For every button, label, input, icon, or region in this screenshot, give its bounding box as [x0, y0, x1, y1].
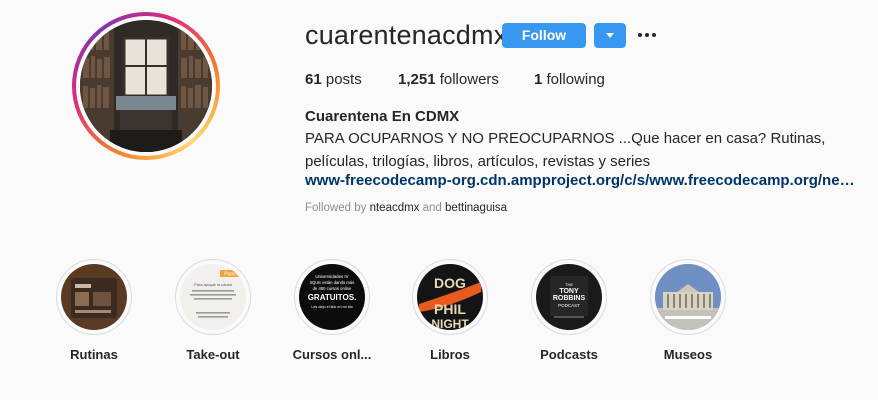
story-highlight-podcasts[interactable]: THE TONY ROBBINS PODCAST Podcasts	[521, 259, 617, 362]
highlight-cover	[61, 264, 127, 330]
highlight-label: Rutinas	[70, 347, 118, 362]
posts-stat: 61 posts	[305, 71, 362, 88]
profile-bio: PARA OCUPARNOS Y NO PREOCUPARNOS ...Que …	[305, 130, 826, 170]
highlight-cover-museum	[655, 264, 721, 330]
highlight-cover: THE TONY ROBBINS PODCAST	[536, 264, 602, 330]
highlight-ring: Universidades IV IIQUE están dando más d…	[294, 259, 370, 335]
highlight-snippet-line: TONY	[559, 288, 579, 295]
following-count: 1	[534, 71, 543, 88]
highlight-label: Podcasts	[540, 347, 598, 362]
bio-link[interactable]: www-freecodecamp-org.cdn.ampproject.org/…	[305, 172, 855, 189]
followed-by-user-1[interactable]: nteacdmx	[370, 202, 420, 214]
chevron-down-icon	[606, 33, 614, 38]
story-highlight-rutinas[interactable]: Rutinas	[46, 259, 142, 362]
posts-count: 61	[305, 71, 322, 88]
posts-label: posts	[325, 71, 362, 88]
story-highlight-museos[interactable]: Museos	[640, 259, 736, 362]
highlight-ring	[56, 259, 132, 335]
highlight-snippet-line: de 450 cursos online	[313, 286, 352, 291]
followed-by-user-2[interactable]: bettinaguisa	[445, 202, 507, 214]
highlight-snippet-line: NIGHT	[431, 317, 469, 330]
profile-full-name: Cuarentena En CDMX	[305, 108, 460, 125]
followers-stat[interactable]: 1,251 followers	[398, 71, 499, 88]
more-dot-icon	[652, 33, 656, 37]
highlight-label: Take-out	[186, 347, 240, 362]
followed-by-and: and	[422, 202, 442, 214]
story-highlight-cursos-online[interactable]: Universidades IV IIQUE están dando más d…	[284, 259, 380, 362]
profile-username: cuarentenacdmx	[305, 20, 508, 50]
highlight-cover	[655, 264, 721, 330]
highlight-badge: Paris	[224, 272, 236, 278]
highlight-cover-courses-text: Universidades IV IIQUE están dando más d…	[299, 264, 365, 330]
highlight-snippet-line: PHIL	[434, 301, 466, 317]
highlight-ring: THE TONY ROBBINS PODCAST	[531, 259, 607, 335]
highlight-cover-book: DOG PHIL NIGHT	[417, 264, 483, 330]
highlight-ring: DOG PHIL NIGHT	[412, 259, 488, 335]
highlight-snippet-line: ROBBINS	[553, 295, 586, 302]
more-options-button[interactable]	[634, 25, 660, 45]
highlight-snippet-line: Les dejo el link en mi bio	[311, 305, 353, 309]
highlight-label: Museos	[663, 347, 713, 362]
highlight-label: Cursos onl...	[292, 347, 372, 362]
highlight-snippet-line: THE	[565, 282, 573, 287]
follow-button[interactable]: Follow	[502, 23, 586, 48]
more-dot-icon	[645, 33, 649, 37]
highlight-ring: Paris Para apoyar la causa	[175, 259, 251, 335]
highlight-label: Libros	[430, 347, 470, 362]
followed-by-line: Followed by nteacdmx and bettinaguisa	[305, 202, 507, 214]
story-highlight-take-out[interactable]: Paris Para apoyar la causa Take-out	[165, 259, 261, 362]
followers-count: 1,251	[398, 71, 436, 88]
highlight-cover-podcast: THE TONY ROBBINS PODCAST	[536, 264, 602, 330]
highlight-cover-app-screenshot	[61, 264, 127, 330]
avatar-gap	[76, 16, 216, 156]
highlight-cover: Universidades IV IIQUE están dando más d…	[299, 264, 365, 330]
highlight-snippet-line: PODCAST	[558, 303, 580, 308]
highlight-snippet-line: IIQUE están dando más	[310, 280, 355, 285]
story-highlight-libros[interactable]: DOG PHIL NIGHT Libros	[402, 259, 498, 362]
highlight-snippet-line: GRATUITOS.	[308, 293, 357, 302]
avatar-photo-library-window	[80, 20, 212, 152]
highlight-snippet-line: Universidades IV	[315, 274, 348, 279]
suggested-accounts-dropdown-button[interactable]	[594, 23, 626, 48]
highlight-cover-text-note: Paris Para apoyar la causa	[180, 264, 246, 330]
highlight-cover: DOG PHIL NIGHT	[417, 264, 483, 330]
following-stat[interactable]: 1 following	[534, 71, 605, 88]
highlight-cover: Paris Para apoyar la causa	[180, 264, 246, 330]
highlight-snippet-line: DOG	[434, 275, 466, 291]
highlight-ring	[650, 259, 726, 335]
followed-by-prefix: Followed by	[305, 202, 367, 214]
following-label: following	[546, 71, 605, 88]
highlight-snippet: Para apoyar la causa	[194, 282, 233, 287]
followers-label: followers	[439, 71, 499, 88]
more-dot-icon	[638, 33, 642, 37]
profile-avatar-ring[interactable]	[72, 12, 220, 160]
profile-avatar[interactable]	[80, 20, 212, 152]
